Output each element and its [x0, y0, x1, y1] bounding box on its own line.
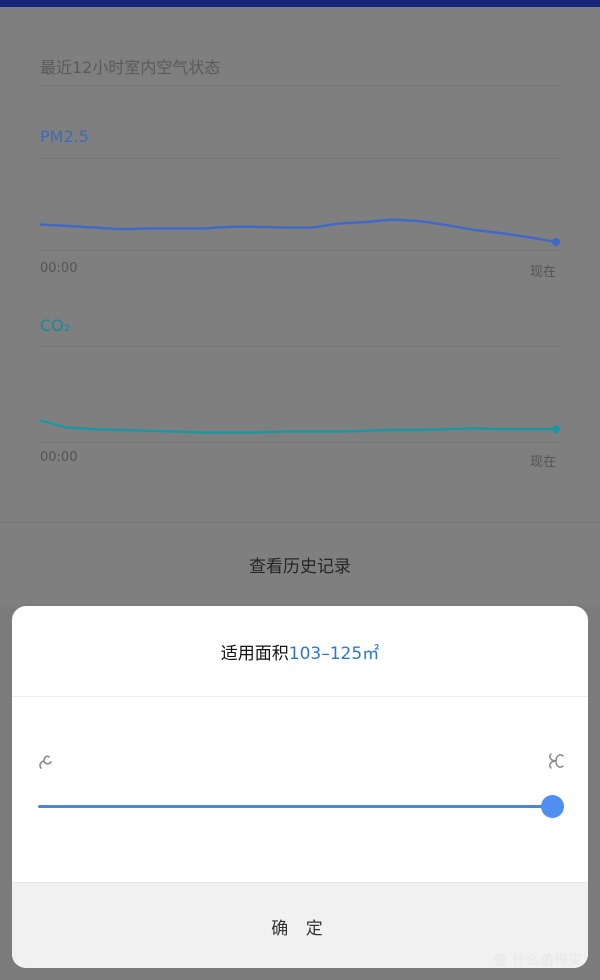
view-history-button[interactable]: 查看历史记录	[0, 523, 600, 605]
dialog-title-prefix: 适用面积	[220, 643, 289, 664]
fan-large-icon	[549, 753, 564, 769]
area-slider-track[interactable]	[38, 805, 552, 808]
co2-chart	[40, 419, 560, 434]
dialog-title-value: 103–125㎡	[288, 643, 380, 664]
section-title: 最近12小时室内空气状态	[40, 58, 221, 77]
pm-grid-bottom	[40, 250, 560, 251]
co2-label: CO₂	[40, 316, 71, 335]
co2-grid-top	[40, 346, 560, 347]
section-divider	[40, 85, 560, 86]
status-bar	[0, 0, 600, 7]
dialog-divider	[12, 696, 588, 697]
watermark-text: 值 什么值得买	[493, 953, 582, 969]
fan-small-icon	[39, 755, 52, 769]
co2-grid-bottom	[40, 442, 560, 443]
pm25-chart	[40, 218, 560, 246]
co2-latest-point	[552, 425, 560, 434]
pm25-line	[40, 218, 558, 244]
pm-grid-top	[40, 158, 560, 159]
co2-x-end: 现在	[530, 455, 557, 470]
pm25-label: PM2.5	[40, 127, 89, 146]
co2-line	[40, 419, 558, 434]
pm-x-start: 00:00	[40, 261, 78, 276]
area-slider-thumb[interactable]	[540, 795, 564, 818]
area-dialog: 适用面积 103–125㎡ 确 定	[12, 606, 588, 968]
co2-x-start: 00:00	[40, 450, 78, 465]
pm-x-end: 现在	[530, 265, 557, 280]
pm25-latest-point	[552, 238, 560, 246]
dialog-title: 适用面积 103–125㎡	[12, 606, 588, 696]
